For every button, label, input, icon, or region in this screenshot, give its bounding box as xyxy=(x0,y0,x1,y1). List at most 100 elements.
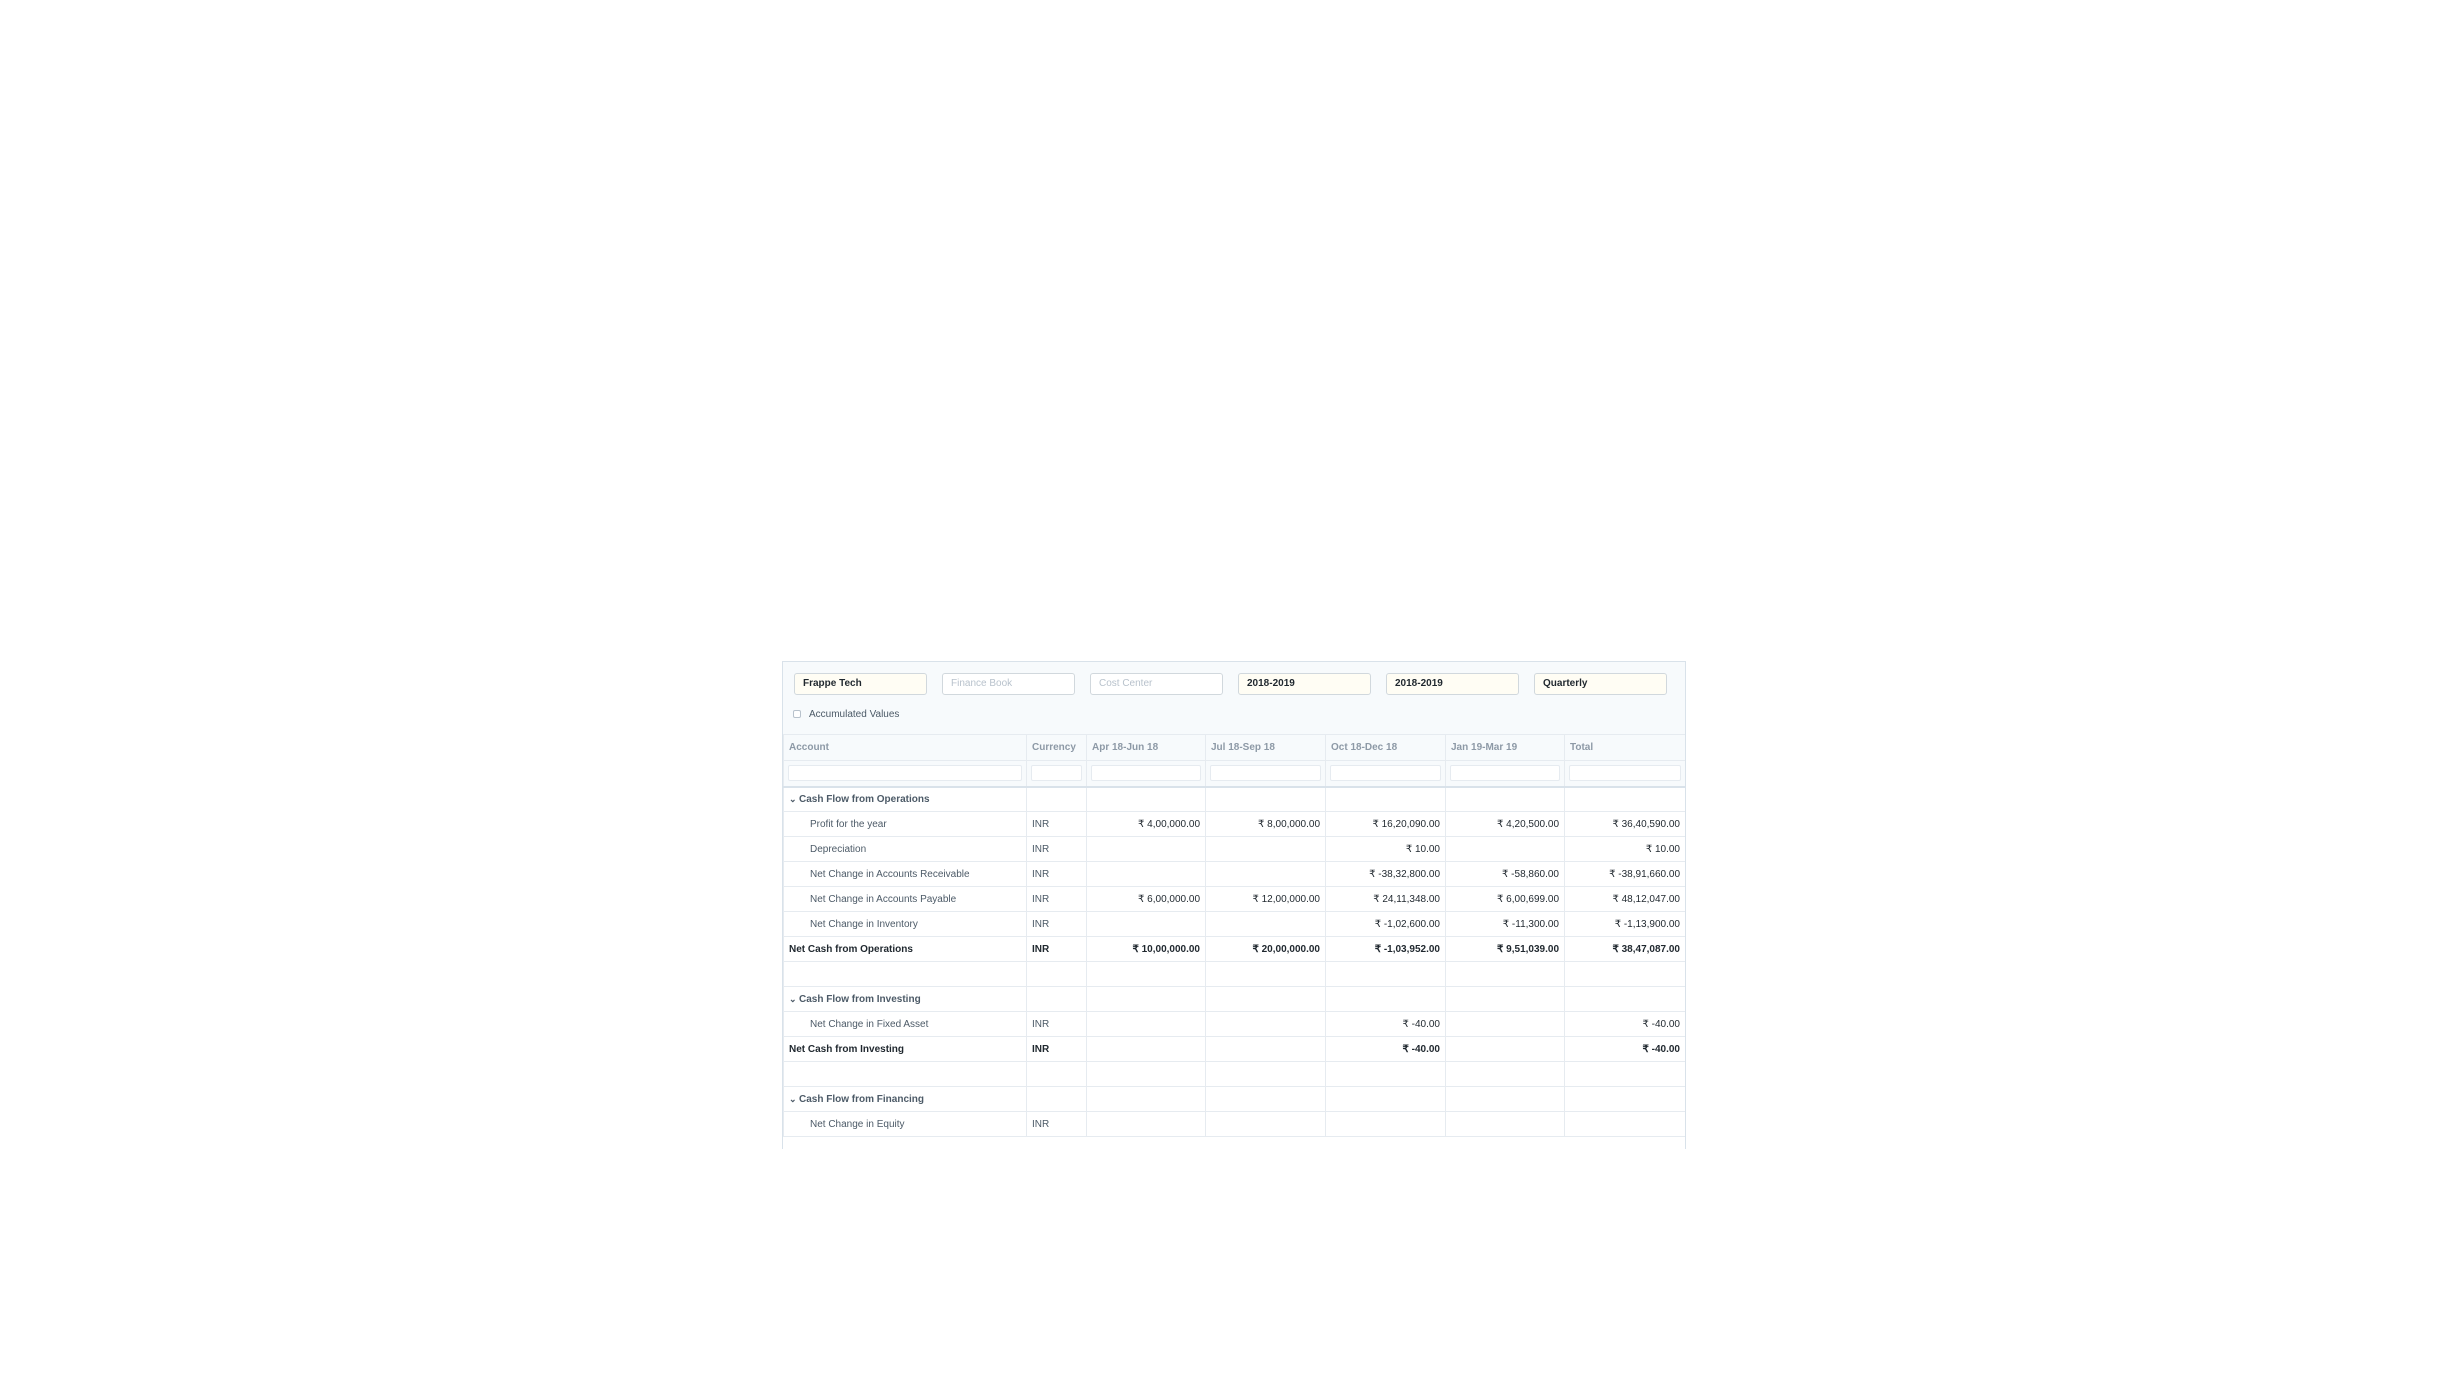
cell-period-1 xyxy=(1086,861,1206,887)
cell-account: Net Change in Accounts Payable xyxy=(783,886,1027,912)
table-row[interactable]: Depreciation INR ₹ 10.00 ₹ 10.00 xyxy=(783,836,1685,862)
accumulated-values-checkbox[interactable] xyxy=(793,710,801,718)
cell-period-4: ₹ 9,51,039.00 xyxy=(1445,936,1565,962)
table-row[interactable]: Profit for the year INR ₹ 4,00,000.00 ₹ 8,0… xyxy=(783,811,1685,837)
column-header-period-3[interactable]: Oct 18-Dec 18 xyxy=(1325,734,1446,761)
table-row[interactable] xyxy=(783,961,1685,987)
cell-total: ₹ -40.00 xyxy=(1564,1011,1685,1037)
group-row[interactable]: ⌄ Cash Flow from Investing xyxy=(783,986,1685,1012)
cell-currency xyxy=(1026,986,1087,1012)
company-filter[interactable]: Frappe Tech xyxy=(794,673,927,695)
cell-account: Net Cash from Operations xyxy=(783,936,1027,962)
column-filter-period-2 xyxy=(1205,760,1326,788)
finance-book-filter[interactable]: Finance Book xyxy=(942,673,1075,695)
cell-total xyxy=(1564,961,1685,987)
cell-total xyxy=(1564,1061,1685,1087)
cell-period-1 xyxy=(1086,1111,1206,1137)
cell-period-3: ₹ -1,03,952.00 xyxy=(1325,936,1446,962)
to-fiscal-year-filter[interactable]: 2018-2019 xyxy=(1386,673,1519,695)
chevron-down-icon[interactable]: ⌄ xyxy=(789,1094,799,1105)
cell-period-2 xyxy=(1205,786,1326,812)
column-filter-input[interactable] xyxy=(1569,765,1681,782)
cell-period-4: ₹ 4,20,500.00 xyxy=(1445,811,1565,837)
table-body: ⌄ Cash Flow from Operations Profit for the… xyxy=(783,786,1685,1137)
cell-total xyxy=(1564,986,1685,1012)
column-filter-period-3 xyxy=(1325,760,1446,788)
cell-period-1 xyxy=(1086,961,1206,987)
total-row[interactable]: Net Cash from Operations INR ₹ 10,00,000.0… xyxy=(783,936,1685,962)
cell-total xyxy=(1564,786,1685,812)
column-filter-input[interactable] xyxy=(788,765,1022,782)
group-label: Cash Flow from Investing xyxy=(799,993,921,1005)
cell-period-1: ₹ 10,00,000.00 xyxy=(1086,936,1206,962)
cell-currency xyxy=(1026,1061,1087,1087)
cell-total xyxy=(1564,1111,1685,1137)
cell-period-3 xyxy=(1325,986,1446,1012)
filter-bar: Frappe Tech Finance Book Cost Center 201… xyxy=(783,662,1685,734)
cell-period-2 xyxy=(1205,911,1326,937)
chevron-down-icon[interactable]: ⌄ xyxy=(789,994,799,1005)
column-filter-currency xyxy=(1026,760,1087,788)
table-row[interactable]: Net Change in Accounts Payable INR ₹ 6,00,… xyxy=(783,886,1685,912)
total-row[interactable]: Net Cash from Investing INR ₹ -40.00 ₹ -40.… xyxy=(783,1036,1685,1062)
table-row[interactable] xyxy=(783,1061,1685,1087)
cell-period-1 xyxy=(1086,986,1206,1012)
cell-period-3: ₹ 10.00 xyxy=(1325,836,1446,862)
cell-currency xyxy=(1026,1086,1087,1112)
column-filter-input[interactable] xyxy=(1210,765,1321,782)
cell-period-2 xyxy=(1205,1061,1326,1087)
cell-total: ₹ -1,13,900.00 xyxy=(1564,911,1685,937)
column-header-period-1[interactable]: Apr 18-Jun 18 xyxy=(1086,734,1206,761)
column-filter-input[interactable] xyxy=(1091,765,1201,782)
group-row[interactable]: ⌄ Cash Flow from Operations xyxy=(783,786,1685,812)
column-filter-input[interactable] xyxy=(1031,765,1082,782)
table-row[interactable]: Net Change in Equity INR xyxy=(783,1111,1685,1137)
cell-currency xyxy=(1026,961,1087,987)
cell-period-3: ₹ -40.00 xyxy=(1325,1036,1446,1062)
group-label: Cash Flow from Operations xyxy=(799,793,930,805)
cell-total xyxy=(1564,1086,1685,1112)
cell-account: Net Change in Inventory xyxy=(783,911,1027,937)
column-header-period-4[interactable]: Jan 19-Mar 19 xyxy=(1445,734,1565,761)
from-fiscal-year-filter[interactable]: 2018-2019 xyxy=(1238,673,1371,695)
cell-period-2: ₹ 20,00,000.00 xyxy=(1205,936,1326,962)
table-row[interactable]: Net Change in Fixed Asset INR ₹ -40.00 ₹ -4… xyxy=(783,1011,1685,1037)
cell-total: ₹ -40.00 xyxy=(1564,1036,1685,1062)
table-row[interactable]: Net Change in Inventory INR ₹ -1,02,600.00… xyxy=(783,911,1685,937)
table-row[interactable]: Net Change in Accounts Receivable INR ₹ -3… xyxy=(783,861,1685,887)
cell-period-1 xyxy=(1086,1011,1206,1037)
cell-currency: INR xyxy=(1026,936,1087,962)
cell-period-4 xyxy=(1445,1011,1565,1037)
cell-currency: INR xyxy=(1026,861,1087,887)
report-datatable: Account Currency Apr 18-Jun 18 Jul 18-Sep 1… xyxy=(783,734,1685,1137)
column-header-account[interactable]: Account xyxy=(783,734,1027,761)
chevron-down-icon[interactable]: ⌄ xyxy=(789,794,799,805)
cell-period-2 xyxy=(1205,861,1326,887)
cost-center-filter[interactable]: Cost Center xyxy=(1090,673,1223,695)
group-label: Cash Flow from Financing xyxy=(799,1093,925,1105)
cell-currency: INR xyxy=(1026,1036,1087,1062)
cell-period-1 xyxy=(1086,1061,1206,1087)
column-header-currency[interactable]: Currency xyxy=(1026,734,1087,761)
cash-flow-report: Frappe Tech Finance Book Cost Center 201… xyxy=(782,661,1686,1149)
cell-period-3: ₹ -1,02,600.00 xyxy=(1325,911,1446,937)
cell-period-2: ₹ 12,00,000.00 xyxy=(1205,886,1326,912)
cell-period-4 xyxy=(1445,986,1565,1012)
column-filter-input[interactable] xyxy=(1450,765,1560,782)
cell-total: ₹ -38,91,660.00 xyxy=(1564,861,1685,887)
group-row[interactable]: ⌄ Cash Flow from Financing xyxy=(783,1086,1685,1112)
column-header-period-2[interactable]: Jul 18-Sep 18 xyxy=(1205,734,1326,761)
column-header-total[interactable]: Total xyxy=(1564,734,1685,761)
accumulated-values-label: Accumulated Values xyxy=(809,708,900,720)
column-filter-input[interactable] xyxy=(1330,765,1441,782)
cell-currency: INR xyxy=(1026,1011,1087,1037)
cell-period-3: ₹ -38,32,800.00 xyxy=(1325,861,1446,887)
periodicity-filter[interactable]: Quarterly xyxy=(1534,673,1667,695)
column-filter-period-1 xyxy=(1086,760,1206,788)
cell-period-4 xyxy=(1445,1111,1565,1137)
cell-period-2: ₹ 8,00,000.00 xyxy=(1205,811,1326,837)
cell-period-1 xyxy=(1086,911,1206,937)
accumulated-values-toggle[interactable]: Accumulated Values xyxy=(793,707,899,721)
cell-total: ₹ 10.00 xyxy=(1564,836,1685,862)
cell-period-1 xyxy=(1086,836,1206,862)
